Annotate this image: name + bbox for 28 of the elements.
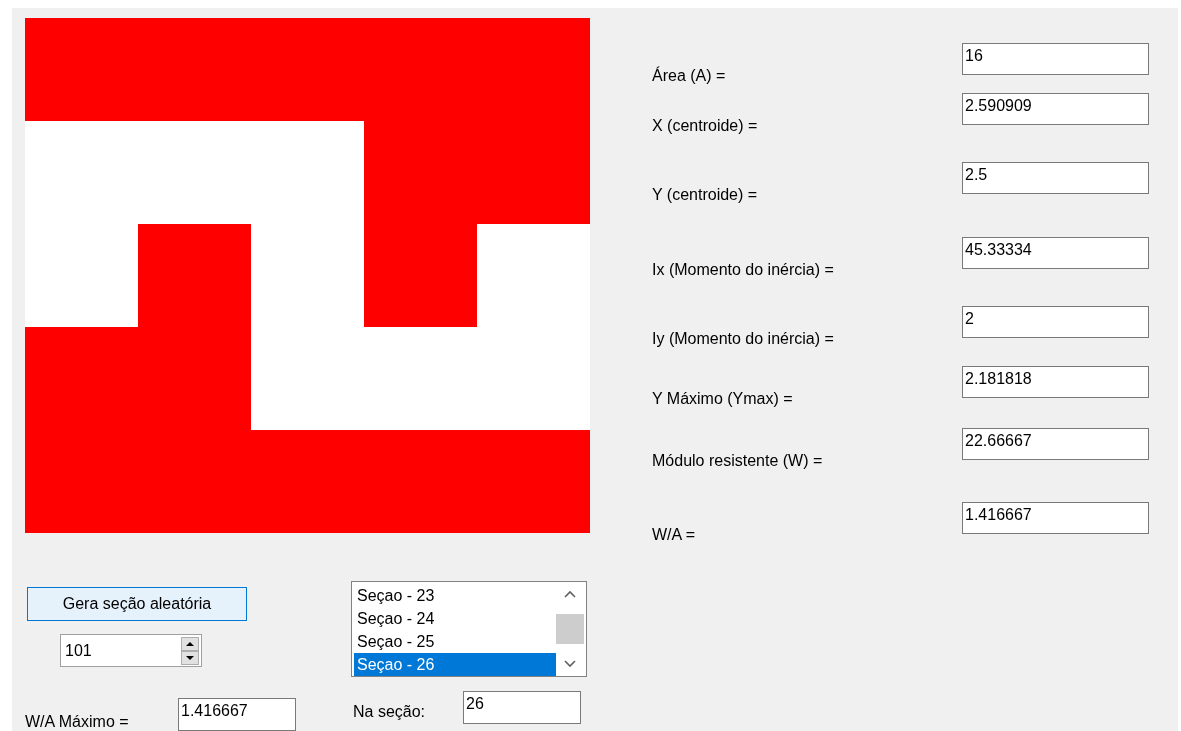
result-field[interactable]: 1.416667 xyxy=(962,502,1149,534)
result-label: X (centroide) = xyxy=(652,117,759,135)
result-label: Y Máximo (Ymax) = xyxy=(652,390,794,408)
max-ratio-label: W/A Máximo = xyxy=(25,713,130,731)
result-label: Y (centroide) = xyxy=(652,186,759,204)
list-item[interactable]: Seçao - 26 xyxy=(354,653,556,676)
result-label: Módulo resistente (W) = xyxy=(652,452,824,470)
generate-button[interactable]: Gera seção aleatória xyxy=(27,587,247,621)
at-section-field[interactable]: 26 xyxy=(463,691,581,724)
result-label: W/A = xyxy=(652,526,697,544)
max-ratio-field[interactable]: 1.416667 xyxy=(178,698,296,731)
result-field[interactable]: 2.5 xyxy=(962,162,1149,194)
result-label: Área (A) = xyxy=(652,67,727,85)
scroll-up-icon[interactable] xyxy=(564,590,576,598)
count-spinner[interactable]: 101 xyxy=(60,634,202,667)
result-field[interactable]: 2.590909 xyxy=(962,93,1149,125)
scroll-down-icon[interactable] xyxy=(564,660,576,668)
at-section-label: Na seção: xyxy=(353,703,427,721)
result-label: Iy (Momento do inércia) = xyxy=(652,330,835,348)
list-item[interactable]: Seçao - 23 xyxy=(354,584,556,607)
result-field[interactable]: 22.66667 xyxy=(962,428,1149,460)
result-field[interactable]: 16 xyxy=(962,43,1149,75)
list-item[interactable]: Seçao - 25 xyxy=(354,630,556,653)
result-label: Ix (Momento do inércia) = xyxy=(652,261,835,279)
result-field[interactable]: 2.181818 xyxy=(962,366,1149,398)
result-field[interactable]: 2 xyxy=(962,306,1149,338)
list-item[interactable]: Seçao - 24 xyxy=(354,607,556,630)
result-field[interactable]: 45.33334 xyxy=(962,237,1149,269)
